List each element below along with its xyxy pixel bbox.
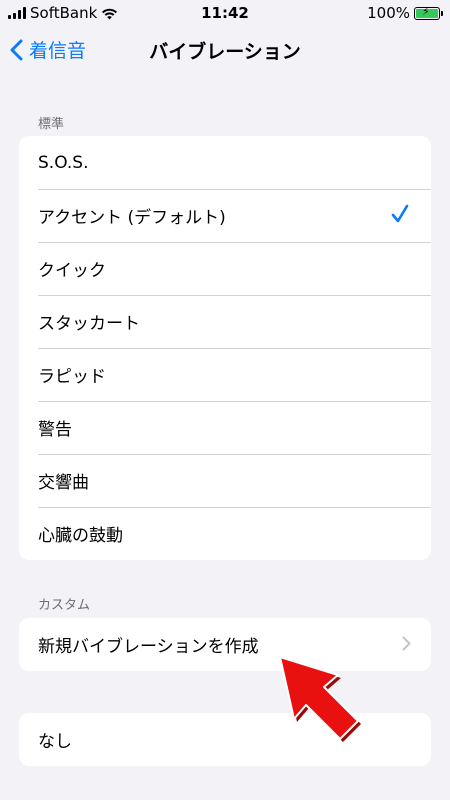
vibration-option-alert[interactable]: 警告 — [19, 401, 431, 454]
status-bar: SoftBank 11:42 100% — [0, 0, 450, 26]
vibration-option-label: クイック — [38, 261, 106, 281]
standard-vibration-list: S.O.S. アクセント (デフォルト) クイック スタッカート ラピッド 警告… — [19, 136, 431, 560]
status-right: 100% — [367, 4, 443, 22]
vibration-option-rapid[interactable]: ラピッド — [19, 348, 431, 401]
vibration-option-staccato[interactable]: スタッカート — [19, 295, 431, 348]
vibration-option-quick[interactable]: クイック — [19, 242, 431, 295]
create-new-vibration-button[interactable]: 新規バイブレーションを作成 — [19, 618, 431, 671]
vibration-option-label: アクセント (デフォルト) — [38, 208, 226, 228]
vibration-option-label: ラピッド — [38, 367, 106, 387]
vibration-option-label: スタッカート — [38, 314, 140, 334]
vibration-option-label: S.O.S. — [38, 152, 89, 173]
navigation-bar: 着信音 バイブレーション — [0, 26, 450, 74]
battery-percent: 100% — [367, 4, 410, 22]
annotation-arrow-icon — [279, 656, 361, 742]
none-vibration-list: なし — [19, 713, 431, 766]
checkmark-icon — [391, 204, 409, 223]
vibration-option-sos[interactable]: S.O.S. — [19, 136, 431, 189]
vibration-option-symphony[interactable]: 交響曲 — [19, 454, 431, 507]
section-header-standard: 標準 — [38, 117, 65, 132]
vibration-option-label: 心臓の鼓動 — [38, 526, 123, 546]
vibration-option-label: なし — [38, 732, 72, 752]
custom-vibration-list: 新規バイブレーションを作成 — [19, 618, 431, 671]
section-header-custom: カスタム — [38, 598, 91, 613]
create-new-vibration-label: 新規バイブレーションを作成 — [38, 637, 259, 657]
page-title: バイブレーション — [149, 41, 301, 63]
vibration-option-label: 警告 — [38, 420, 72, 440]
battery-charging-icon — [414, 5, 443, 20]
chevron-right-icon — [402, 636, 411, 651]
vibration-option-none[interactable]: なし — [19, 713, 431, 766]
vibration-option-label: 交響曲 — [38, 473, 89, 493]
vibration-option-heartbeat[interactable]: 心臓の鼓動 — [19, 507, 431, 560]
vibration-option-accent[interactable]: アクセント (デフォルト) — [19, 189, 431, 242]
